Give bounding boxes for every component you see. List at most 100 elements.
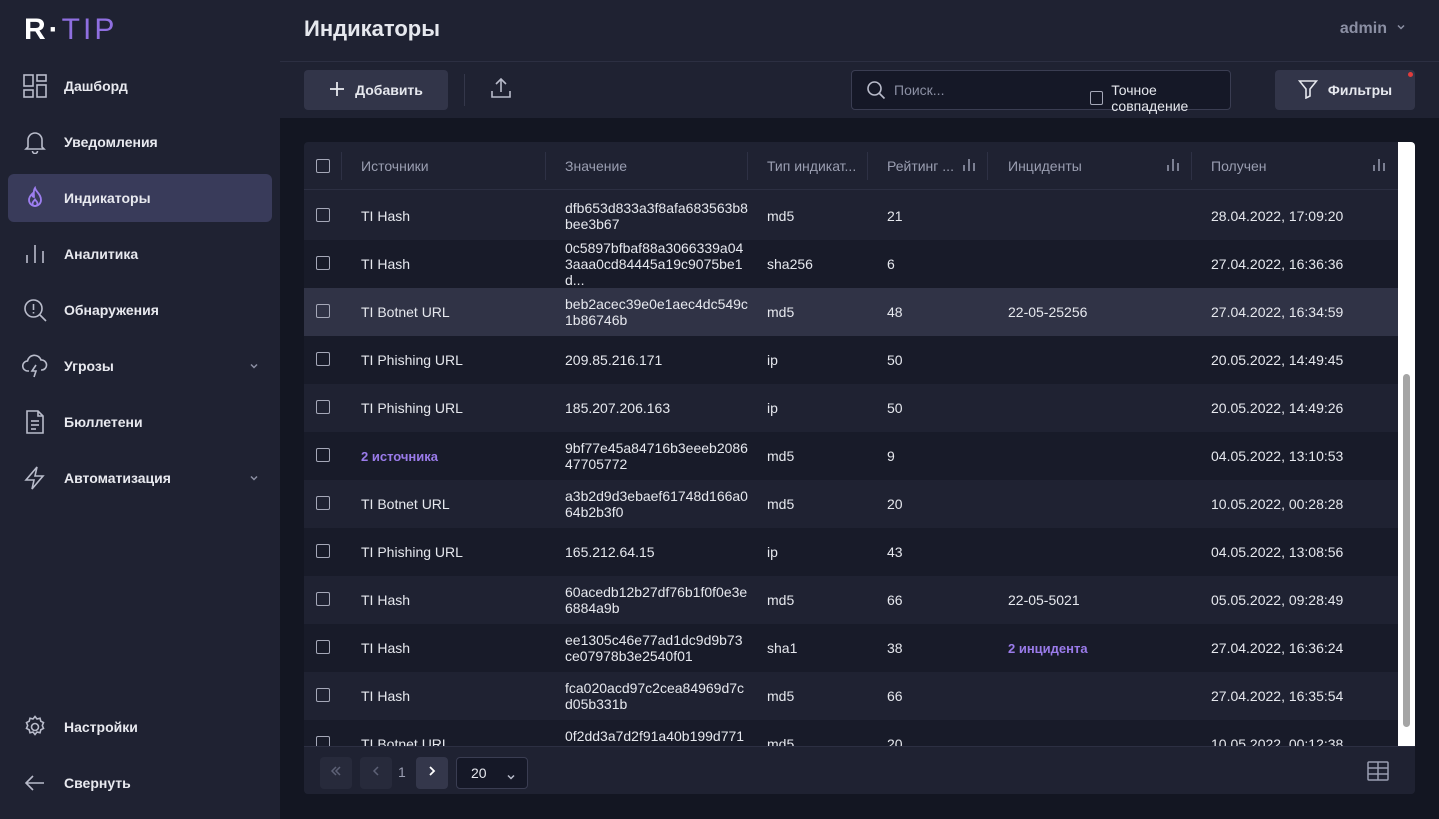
- sidebar-item-dashboard[interactable]: Дашборд: [8, 62, 272, 110]
- table-row[interactable]: TI Hash 0c5897bfbaf88a3066339a043aaa0cd84…: [304, 240, 1398, 288]
- chevron-down-icon: [248, 359, 260, 377]
- cell-source: TI Botnet URL: [342, 496, 546, 512]
- logo-r: R: [24, 13, 47, 46]
- add-button[interactable]: Добавить: [304, 70, 448, 110]
- chevron-down-icon: [1395, 20, 1407, 38]
- cell-rating: 66: [887, 688, 903, 704]
- source-text[interactable]: 2 источника: [361, 449, 438, 464]
- upload-icon: [490, 77, 512, 104]
- column-header-sources[interactable]: Источники: [342, 142, 546, 190]
- filters-active-dot: [1408, 72, 1413, 77]
- table-row[interactable]: TI Botnet URL beb2acec39e0e1aec4dc549c1b8…: [304, 288, 1398, 336]
- table-row[interactable]: TI Phishing URL 209.85.216.171 ip 50 20.05.2…: [304, 336, 1398, 384]
- select-all-checkbox[interactable]: [316, 158, 330, 173]
- exact-match-toggle[interactable]: Точное совпадение: [1090, 82, 1230, 114]
- source-text: TI Phishing URL: [361, 400, 463, 416]
- cell-value: a3b2d9d3ebaef61748d166a064b2b3f0: [565, 488, 748, 520]
- sidebar-item-analytics[interactable]: Аналитика: [8, 230, 272, 278]
- row-checkbox-cell: [304, 495, 342, 513]
- table-row[interactable]: TI Phishing URL 165.212.64.15 ip 43 04.05.20…: [304, 528, 1398, 576]
- sidebar-item-notifications[interactable]: Уведомления: [8, 118, 272, 166]
- filters-button[interactable]: Фильтры: [1275, 70, 1415, 110]
- table-row[interactable]: TI Phishing URL 185.207.206.163 ip 50 20.05.…: [304, 384, 1398, 432]
- sidebar-item-detections[interactable]: Обнаружения: [8, 286, 272, 334]
- column-header-received[interactable]: Получен: [1192, 142, 1398, 190]
- cell-rating: 20: [887, 496, 903, 512]
- column-header-type[interactable]: Тип индикат...: [748, 142, 868, 190]
- row-checkbox[interactable]: [316, 447, 330, 462]
- column-header-label: Рейтинг ...: [887, 157, 954, 174]
- cell-type: md5: [767, 448, 795, 464]
- row-checkbox[interactable]: [316, 687, 330, 702]
- select-all-cell: [304, 142, 342, 190]
- table-row[interactable]: TI Hash 60acedb12b27df76b1f0f0e3e6884a9b m…: [304, 576, 1398, 624]
- incidents-text[interactable]: 2 инцидента: [1008, 641, 1088, 656]
- source-text: TI Botnet URL: [361, 496, 450, 512]
- cell-received: 10.05.2022, 00:28:28: [1211, 496, 1344, 512]
- sidebar-item-automation[interactable]: Автоматизация: [8, 454, 272, 502]
- cell-value: ee1305c46e77ad1dc9d9b73ce07978b3e2540f01: [565, 632, 743, 664]
- user-menu[interactable]: admin: [1340, 20, 1407, 38]
- sort-bars-icon[interactable]: [962, 158, 976, 175]
- sidebar-item-bulletins[interactable]: Бюллетени: [8, 398, 272, 446]
- search-box: Точное совпадение: [851, 70, 1231, 114]
- column-header-value[interactable]: Значение: [546, 142, 748, 190]
- filters-button-label: Фильтры: [1327, 82, 1393, 98]
- row-checkbox[interactable]: [316, 591, 330, 606]
- export-button[interactable]: [480, 70, 522, 110]
- row-checkbox[interactable]: [316, 495, 330, 510]
- logo[interactable]: R · TIP: [24, 13, 117, 46]
- table-row[interactable]: TI Hash dfb653d833a3f8afa683563b8bee3b67 m…: [304, 192, 1398, 240]
- source-text: TI Phishing URL: [361, 352, 463, 368]
- table-scrollbar[interactable]: [1398, 142, 1415, 746]
- row-checkbox[interactable]: [316, 255, 330, 270]
- plus-icon: [329, 81, 345, 100]
- table-settings-icon[interactable]: [1367, 761, 1389, 786]
- search-icon: [866, 80, 886, 100]
- row-checkbox[interactable]: [316, 399, 330, 414]
- cell-incidents: 2 инцидента: [988, 640, 1192, 657]
- table-row[interactable]: 2 источника 9bf77e45a84716b3eeeb208647705…: [304, 432, 1398, 480]
- row-checkbox[interactable]: [316, 207, 330, 222]
- sidebar-item-threats[interactable]: Угрозы: [8, 342, 272, 390]
- cell-value: 60acedb12b27df76b1f0f0e3e6884a9b: [565, 584, 748, 616]
- column-header-incidents[interactable]: Инциденты: [988, 142, 1192, 190]
- sort-bars-icon[interactable]: [1166, 158, 1180, 175]
- table-header: Источники Значение Тип индикат... Рейтин…: [304, 142, 1398, 190]
- exact-match-checkbox[interactable]: [1090, 91, 1104, 105]
- first-page-button[interactable]: [320, 757, 352, 789]
- cell-type: ip: [767, 400, 778, 416]
- exact-match-label: Точное совпадение: [1111, 82, 1189, 114]
- sidebar-item-settings[interactable]: Настройки: [8, 703, 272, 751]
- source-text: TI Hash: [361, 640, 411, 656]
- dashboard-icon: [22, 73, 48, 99]
- row-checkbox[interactable]: [316, 543, 330, 558]
- page-size-value: 20: [471, 765, 487, 781]
- row-checkbox[interactable]: [316, 303, 330, 318]
- chevron-right-icon: [425, 764, 439, 783]
- next-page-button[interactable]: [416, 757, 448, 789]
- sort-bars-icon[interactable]: [1372, 158, 1386, 175]
- sidebar-item-label: Настройки: [64, 719, 138, 735]
- bell-icon: [22, 129, 48, 155]
- sidebar-item-indicators[interactable]: Индикаторы: [8, 174, 272, 222]
- row-checkbox[interactable]: [316, 351, 330, 366]
- table-row[interactable]: TI Botnet URL a3b2d9d3ebaef61748d166a064b…: [304, 480, 1398, 528]
- scrollbar-thumb[interactable]: [1403, 374, 1410, 727]
- row-checkbox-cell: [304, 399, 342, 417]
- column-header-rating[interactable]: Рейтинг ...: [868, 142, 988, 190]
- search-input[interactable]: [894, 82, 1084, 98]
- page-size-select[interactable]: 20: [456, 757, 528, 789]
- cell-type: md5: [767, 688, 795, 704]
- column-header-label: Значение: [565, 157, 628, 174]
- sidebar-item-collapse[interactable]: Свернуть: [8, 759, 272, 807]
- cell-rating: 50: [887, 352, 903, 368]
- cell-type: md5: [767, 592, 795, 608]
- cell-source: TI Hash: [342, 688, 546, 704]
- row-checkbox[interactable]: [316, 639, 330, 654]
- table-row[interactable]: TI Hash fca020acd97c2cea84969d7cd05b331b m…: [304, 672, 1398, 720]
- table-row[interactable]: TI Hash ee1305c46e77ad1dc9d9b73ce07978b3e…: [304, 624, 1398, 672]
- current-page[interactable]: 1: [398, 764, 406, 780]
- prev-page-button[interactable]: [360, 757, 392, 789]
- cell-source: TI Hash: [342, 208, 546, 224]
